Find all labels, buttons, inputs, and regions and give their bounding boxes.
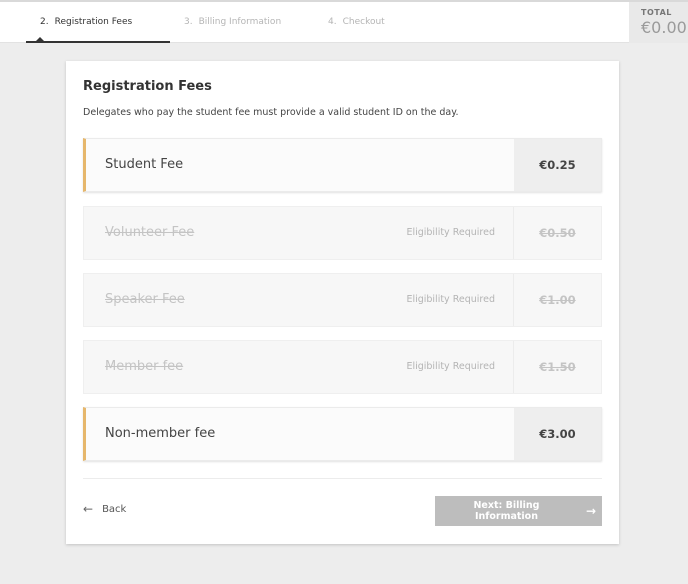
- fee-price: €1.00: [513, 274, 601, 326]
- step-label: Checkout: [342, 17, 385, 27]
- step-billing-information[interactable]: 3. Billing Information: [184, 2, 281, 43]
- fee-option-student[interactable]: Student Fee €0.25: [83, 138, 602, 192]
- total-label: TOTAL: [641, 8, 672, 17]
- fee-name: Speaker Fee: [105, 292, 185, 307]
- active-step-indicator: [26, 41, 170, 43]
- top-progress-bar: 2. Registration Fees 3. Billing Informatio…: [0, 0, 688, 43]
- fee-name: Non-member fee: [105, 426, 216, 441]
- total-amount: €0.00: [641, 18, 687, 37]
- fee-option-non-member[interactable]: Non-member fee €3.00: [83, 407, 602, 461]
- eligibility-note: Eligibility Required: [406, 227, 495, 238]
- step-number: 3.: [184, 17, 193, 27]
- fee-name: Student Fee: [105, 157, 184, 172]
- fee-name: Member fee: [105, 359, 184, 374]
- step-registration-fees[interactable]: 2. Registration Fees: [40, 2, 132, 43]
- fee-price: €3.00: [514, 408, 601, 460]
- fee-price: €1.50: [513, 341, 601, 393]
- fee-name: Volunteer Fee: [105, 225, 195, 240]
- eligibility-note: Eligibility Required: [406, 361, 495, 372]
- step-number: 2.: [40, 17, 49, 27]
- step-label: Billing Information: [198, 17, 282, 27]
- fee-option-volunteer: Volunteer Fee Eligibility Required €0.50: [83, 206, 602, 260]
- eligibility-note: Eligibility Required: [406, 294, 495, 305]
- back-button[interactable]: ← Back: [83, 502, 126, 516]
- step-number: 4.: [328, 17, 337, 27]
- arrow-left-icon: ←: [83, 502, 94, 516]
- divider: [83, 478, 602, 479]
- next-label: Next: Billing Information: [473, 500, 540, 522]
- card-description: Delegates who pay the student fee must p…: [83, 107, 459, 118]
- fee-price: €0.25: [514, 139, 601, 191]
- active-step-caret-icon: [36, 37, 44, 41]
- fee-option-speaker: Speaker Fee Eligibility Required €1.00: [83, 273, 602, 327]
- next-billing-information-button[interactable]: Next: Billing Information →: [435, 496, 602, 526]
- arrow-right-icon: →: [585, 504, 596, 518]
- step-checkout[interactable]: 4. Checkout: [328, 2, 385, 43]
- back-label: Back: [102, 503, 127, 515]
- page-title: Registration Fees: [83, 79, 212, 94]
- order-total: TOTAL €0.00: [629, 2, 688, 43]
- fee-price: €0.50: [513, 207, 601, 259]
- registration-fees-card: Registration Fees Delegates who pay the …: [66, 61, 619, 544]
- step-label: Registration Fees: [54, 17, 133, 27]
- fee-option-member: Member fee Eligibility Required €1.50: [83, 340, 602, 394]
